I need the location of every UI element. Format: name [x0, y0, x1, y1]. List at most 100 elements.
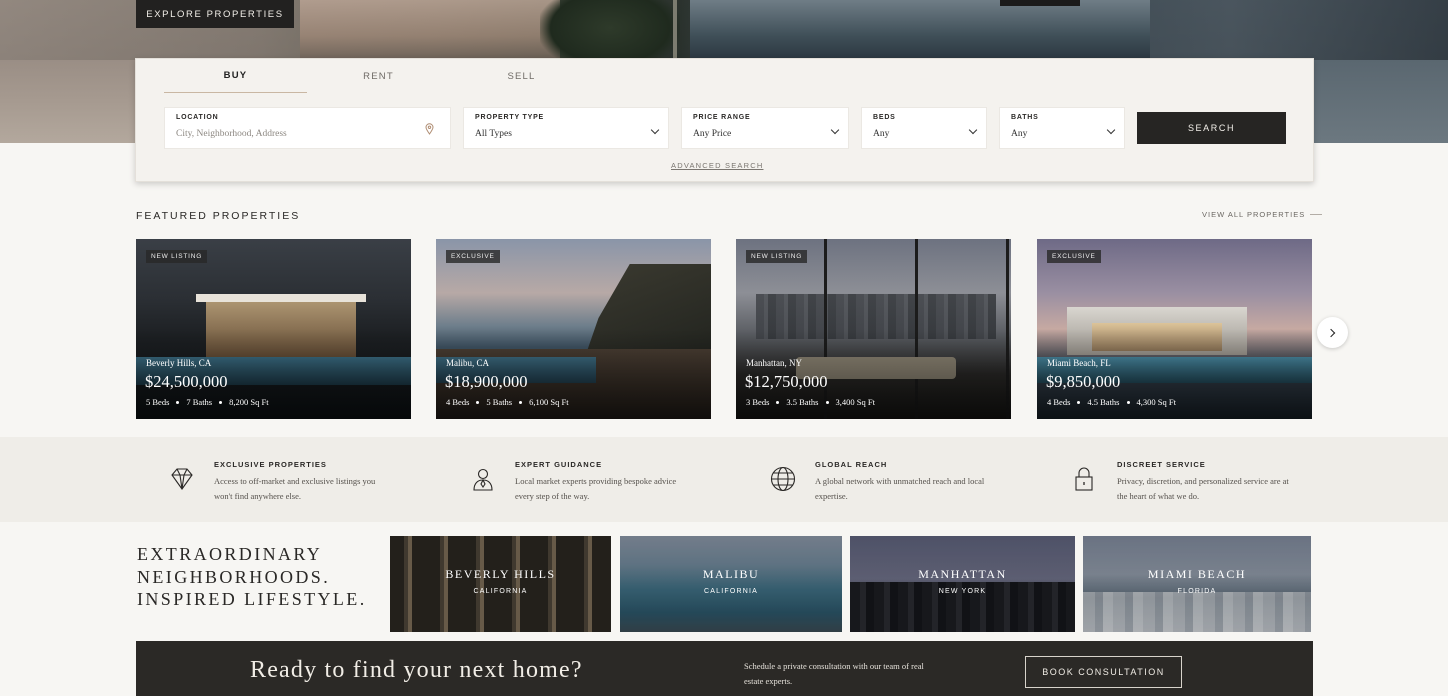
- chevron-right-icon: [1326, 328, 1336, 337]
- feature-description: Local market experts providing bespoke a…: [515, 476, 677, 501]
- property-beds: 3 Beds: [746, 397, 770, 407]
- price-range-label: PRICE RANGE: [693, 114, 751, 121]
- location-input[interactable]: City, Neighborhood, Address: [176, 129, 287, 139]
- property-stats: 5 Beds 7 Baths 8,200 Sq Ft: [146, 397, 269, 407]
- search-tabs: BUY RENT SELL: [164, 59, 593, 93]
- property-card[interactable]: NEW LISTING Beverly Hills, CA $24,500,00…: [136, 239, 411, 419]
- tab-rent[interactable]: RENT: [307, 59, 450, 93]
- lock-icon: [1075, 467, 1093, 491]
- listing-badge: NEW LISTING: [146, 250, 208, 263]
- property-sqft: 8,200 Sq Ft: [229, 397, 269, 407]
- neighborhood-tile[interactable]: MIAMI BEACH FLORIDA: [1083, 536, 1311, 632]
- view-all-label: VIEW ALL PROPERTIES: [1202, 210, 1306, 219]
- property-location: Beverly Hills, CA: [146, 358, 212, 368]
- neighborhood-name: BEVERLY HILLS: [445, 567, 556, 581]
- feature-title: GLOBAL REACH: [815, 460, 888, 469]
- tab-sell[interactable]: SELL: [450, 59, 593, 93]
- neighborhoods-title: EXTRAORDINARY NEIGHBORHOODS. INSPIRED LI…: [137, 543, 367, 611]
- cta-text: Schedule a private consultation with our…: [744, 661, 924, 686]
- neighborhood-name: MALIBU: [702, 567, 760, 581]
- property-location: Miami Beach, FL: [1047, 358, 1111, 368]
- tile-shade: [390, 536, 611, 632]
- featured-properties-title: FEATURED PROPERTIES: [136, 210, 301, 222]
- tile-shade: [850, 536, 1075, 632]
- listing-badge: NEW LISTING: [746, 250, 808, 263]
- neighborhood-state: CALIFORNIA: [703, 588, 758, 595]
- neighborhood-name: MANHATTAN: [918, 567, 1007, 581]
- neighborhood-tile[interactable]: BEVERLY HILLS CALIFORNIA: [390, 536, 611, 632]
- property-sqft: 6,100 Sq Ft: [529, 397, 569, 407]
- property-card[interactable]: EXCLUSIVE Malibu, CA $18,900,000 4 Beds …: [436, 239, 711, 419]
- view-all-properties-link[interactable]: VIEW ALL PROPERTIES: [1202, 210, 1323, 219]
- property-baths: 5 Baths: [486, 397, 513, 407]
- feature-description: Privacy, discretion, and personalized se…: [1117, 476, 1289, 501]
- listing-badge: EXCLUSIVE: [1047, 250, 1101, 263]
- beds-value: Any: [873, 129, 890, 139]
- neighborhood-state: NEW YORK: [938, 588, 987, 595]
- advisor-icon: [473, 468, 493, 491]
- property-beds: 5 Beds: [146, 397, 170, 407]
- property-stats: 3 Beds 3.5 Baths 3,400 Sq Ft: [746, 397, 875, 407]
- property-type-select[interactable]: PROPERTY TYPE All Types: [463, 107, 669, 149]
- neighborhoods-title-line: EXTRAORDINARY: [137, 544, 323, 564]
- neighborhood-name: MIAMI BEACH: [1147, 567, 1247, 581]
- chevron-down-icon: [830, 125, 840, 135]
- beds-label: BEDS: [873, 114, 896, 121]
- property-beds: 4 Beds: [446, 397, 470, 407]
- search-button[interactable]: SEARCH: [1137, 112, 1286, 144]
- hero-glass-railing: [673, 0, 677, 60]
- cta-heading: Ready to find your next home?: [250, 657, 583, 683]
- explore-properties-button[interactable]: EXPLORE PROPERTIES: [136, 0, 294, 28]
- property-price: $18,900,000: [445, 372, 528, 391]
- neighborhood-tile[interactable]: MALIBU CALIFORNIA: [620, 536, 842, 632]
- carousel-next-button[interactable]: [1317, 317, 1348, 348]
- feature-title: EXPERT GUIDANCE: [515, 460, 603, 469]
- neighborhood-tile[interactable]: MANHATTAN NEW YORK: [850, 536, 1075, 632]
- neighborhoods-title-line: NEIGHBORHOODS.: [137, 566, 331, 587]
- search-panel: BUY RENT SELL LOCATION City, Neighborhoo…: [135, 58, 1314, 182]
- baths-select[interactable]: BATHS Any: [999, 107, 1125, 149]
- chevron-down-icon: [968, 125, 978, 135]
- tab-buy[interactable]: BUY: [164, 59, 307, 93]
- baths-value: Any: [1011, 129, 1028, 139]
- feature-title: EXCLUSIVE PROPERTIES: [214, 460, 327, 469]
- neighborhood-state: CALIFORNIA: [473, 588, 528, 595]
- globe-icon: [770, 466, 796, 492]
- arrow-line-icon: [1310, 214, 1323, 215]
- property-stats: 4 Beds 4.5 Baths 4,300 Sq Ft: [1047, 397, 1176, 407]
- feature-description: A global network with unmatched reach an…: [815, 476, 985, 501]
- beds-select[interactable]: BEDS Any: [861, 107, 987, 149]
- tile-shade: [1083, 536, 1311, 632]
- property-type-value: All Types: [475, 129, 512, 139]
- house-roof: [196, 294, 366, 302]
- hero-infinity-pool: [690, 0, 1150, 60]
- baths-label: BATHS: [1011, 114, 1039, 121]
- property-sqft: 4,300 Sq Ft: [1136, 397, 1176, 407]
- property-stats: 4 Beds 5 Baths 6,100 Sq Ft: [446, 397, 569, 407]
- property-sqft: 3,400 Sq Ft: [835, 397, 875, 407]
- advanced-search-link[interactable]: ADVANCED SEARCH: [671, 161, 763, 170]
- hero-deck: [1000, 0, 1080, 6]
- property-card[interactable]: EXCLUSIVE Miami Beach, FL $9,850,000 4 B…: [1037, 239, 1312, 419]
- property-card[interactable]: NEW LISTING Manhattan, NY $12,750,000 3 …: [736, 239, 1011, 419]
- location-label: LOCATION: [176, 114, 219, 121]
- listing-badge: EXCLUSIVE: [446, 250, 500, 263]
- book-consultation-button[interactable]: BOOK CONSULTATION: [1025, 656, 1182, 688]
- property-baths: 7 Baths: [186, 397, 213, 407]
- property-beds: 4 Beds: [1047, 397, 1071, 407]
- property-baths: 4.5 Baths: [1087, 397, 1120, 407]
- location-field[interactable]: LOCATION City, Neighborhood, Address: [164, 107, 451, 149]
- chevron-down-icon: [1106, 125, 1116, 135]
- property-price: $24,500,000: [145, 372, 228, 391]
- property-location: Malibu, CA: [446, 358, 490, 368]
- consultation-cta: Ready to find your next home? Schedule a…: [136, 641, 1313, 696]
- features-strip: EXCLUSIVE PROPERTIES Access to off-marke…: [0, 437, 1448, 522]
- property-price: $9,850,000: [1046, 372, 1121, 391]
- property-type-label: PROPERTY TYPE: [475, 114, 545, 121]
- neighborhood-state: FLORIDA: [1177, 588, 1217, 595]
- map-pin-icon: [425, 123, 434, 135]
- diamond-icon: [171, 468, 193, 490]
- property-location: Manhattan, NY: [746, 358, 802, 368]
- price-range-value: Any Price: [693, 129, 732, 139]
- price-range-select[interactable]: PRICE RANGE Any Price: [681, 107, 849, 149]
